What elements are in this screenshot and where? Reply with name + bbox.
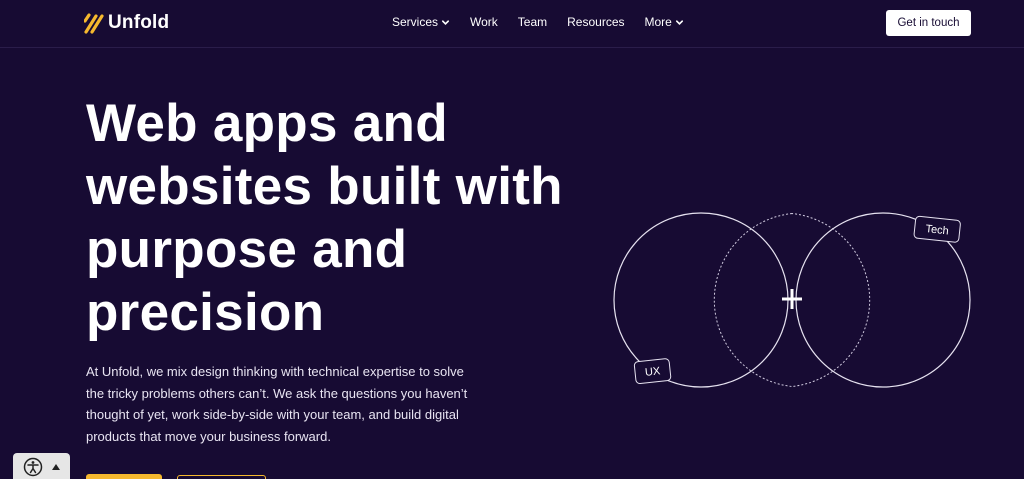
ux-tag: UX <box>633 358 672 384</box>
ux-tag-label: UX <box>644 365 661 379</box>
logo-text: Unfold <box>108 12 170 33</box>
secondary-cta-button[interactable] <box>177 475 266 479</box>
nav-item-label: Team <box>517 15 548 29</box>
nav-item-label: Work <box>470 15 498 29</box>
nav-item-work[interactable]: Work <box>470 15 498 29</box>
nav-item-label: Resources <box>567 15 625 29</box>
nav-item-services[interactable]: Services <box>392 15 450 29</box>
site-header: Unfold Services Work Team Resources More… <box>0 0 1024 48</box>
unfold-logo-icon <box>84 13 104 34</box>
hero-title-line: purpose and <box>86 220 408 279</box>
chevron-down-icon <box>442 19 450 25</box>
primary-cta-button[interactable] <box>86 474 162 479</box>
nav-item-resources[interactable]: Resources <box>567 15 624 29</box>
accessibility-icon[interactable] <box>23 457 43 477</box>
ux-tech-venn-diagram: UX Tech <box>613 212 971 388</box>
chevron-down-icon <box>675 19 683 25</box>
hero-title-line: Web apps and <box>86 94 448 153</box>
nav-item-more[interactable]: More <box>645 15 684 29</box>
nav-item-team[interactable]: Team <box>518 15 547 29</box>
hero-title: Web apps and websites built with purpose… <box>86 92 606 344</box>
tech-tag: Tech <box>913 215 961 243</box>
caret-up-icon[interactable] <box>51 464 60 470</box>
nav-item-label: Services <box>392 15 439 29</box>
hero-title-line: websites built with <box>86 157 563 216</box>
tech-tag-label: Tech <box>925 223 949 237</box>
hero-description: At Unfold, we mix design thinking with t… <box>86 364 468 444</box>
logo[interactable]: Unfold <box>84 9 169 37</box>
main-nav: Services Work Team Resources More <box>392 15 704 29</box>
page: Unfold Services Work Team Resources More… <box>0 0 1024 479</box>
nav-item-label: More <box>644 15 672 29</box>
get-in-touch-button[interactable]: Get in touch <box>886 10 971 36</box>
plus-icon <box>782 289 802 309</box>
hero-title-line: precision <box>86 283 325 342</box>
accessibility-widget[interactable] <box>13 453 70 479</box>
